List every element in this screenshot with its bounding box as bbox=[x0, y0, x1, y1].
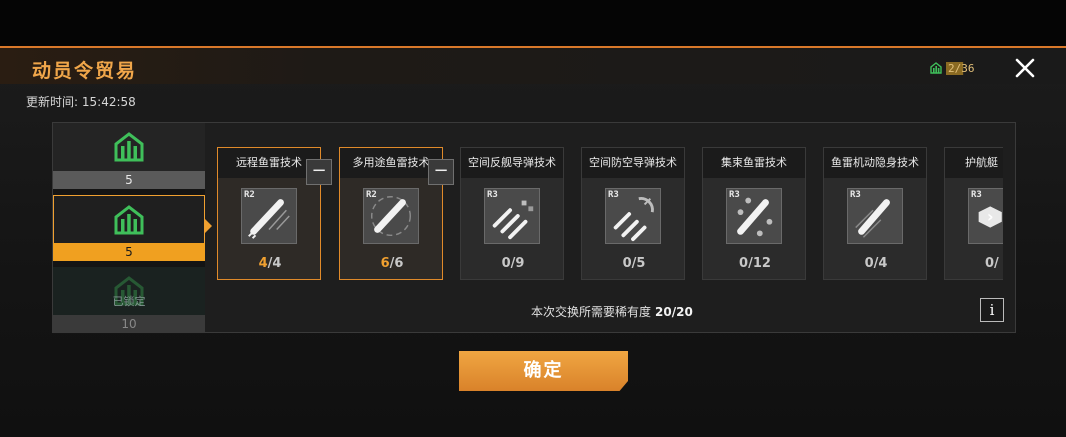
item-need: 12 bbox=[752, 256, 771, 271]
info-button[interactable]: i bbox=[980, 298, 1004, 322]
mobilization-token-icon bbox=[930, 62, 942, 74]
item-name: 多用途鱼雷技术 bbox=[340, 148, 442, 178]
tier-count: 10 bbox=[53, 315, 205, 333]
item-need: 9 bbox=[515, 256, 525, 271]
item-have: 0 bbox=[501, 256, 511, 271]
minus-button[interactable]: − bbox=[306, 159, 332, 185]
item-rank: R3 bbox=[850, 190, 861, 200]
rarity-requirement: 本次交换所需要稀有度 20/20 bbox=[531, 303, 693, 320]
update-time: 更新时间: 15:42:58 bbox=[26, 93, 136, 110]
item-count: 0/9 bbox=[501, 256, 525, 271]
minus-button[interactable]: − bbox=[428, 159, 454, 185]
item-rank: R3 bbox=[971, 190, 982, 200]
tier-list: 5 5 已锁定 10 bbox=[53, 123, 205, 334]
confirm-button[interactable]: 确定 bbox=[459, 351, 628, 391]
item-rank: R2 bbox=[366, 190, 377, 200]
tier-item-2[interactable]: 5 bbox=[53, 195, 205, 261]
item-name: 护航艇 bbox=[945, 148, 1003, 178]
item-need: 4 bbox=[272, 256, 282, 271]
item-count: 0/5 bbox=[622, 256, 646, 271]
item-count: 0/4 bbox=[864, 256, 888, 271]
currency-display: 2/36 bbox=[930, 60, 977, 76]
item-have: 4 bbox=[258, 256, 268, 271]
trade-window: 动员令贸易 2/36 更新时间: 15:42:58 5 5 已锁定 10 远程鱼… bbox=[0, 46, 1066, 437]
tier-count: 5 bbox=[53, 243, 205, 261]
item-name: 集束鱼雷技术 bbox=[703, 148, 805, 178]
trade-panel: 5 5 已锁定 10 远程鱼雷技术 R2 4/4 − 多用途鱼雷技术 R2 6/… bbox=[52, 122, 1016, 334]
tier-count: 5 bbox=[53, 171, 205, 189]
item-count: 0/ bbox=[985, 256, 999, 271]
item-image: R2 bbox=[363, 188, 419, 244]
item-list: 远程鱼雷技术 R2 4/4 − 多用途鱼雷技术 R2 6/6 − 空间反舰导弹技… bbox=[217, 147, 1003, 280]
item-have: 0 bbox=[985, 256, 995, 271]
tier-item-1[interactable]: 5 bbox=[53, 123, 205, 189]
item-name: 远程鱼雷技术 bbox=[218, 148, 320, 178]
item-image: R3 bbox=[726, 188, 782, 244]
close-button[interactable] bbox=[1013, 56, 1037, 80]
window-title: 动员令贸易 bbox=[32, 60, 138, 82]
item-image: R2 bbox=[241, 188, 297, 244]
mobilization-token-icon bbox=[114, 132, 144, 162]
locked-label: 已锁定 bbox=[112, 295, 146, 308]
item-have: 0 bbox=[622, 256, 632, 271]
item-image: R3 bbox=[968, 188, 1003, 244]
update-time-label: 更新时间: bbox=[26, 95, 79, 109]
item-card[interactable]: 空间防空导弹技术 R3 0/5 bbox=[581, 147, 685, 280]
item-card[interactable]: 空间反舰导弹技术 R3 0/9 bbox=[460, 147, 564, 280]
item-have: 6 bbox=[380, 256, 390, 271]
item-need: 6 bbox=[394, 256, 404, 271]
item-have: 0 bbox=[864, 256, 874, 271]
item-count: 4/4 bbox=[258, 256, 282, 271]
item-name: 鱼雷机动隐身技术 bbox=[824, 148, 926, 178]
item-rank: R3 bbox=[487, 190, 498, 200]
title-bar: 动员令贸易 2/36 bbox=[0, 48, 1066, 84]
item-card[interactable]: 鱼雷机动隐身技术 R3 0/4 bbox=[823, 147, 927, 280]
item-card[interactable]: 护航艇 R3 0/ bbox=[944, 147, 1003, 280]
selected-indicator-icon bbox=[205, 219, 212, 233]
currency-value: 2/36 bbox=[946, 61, 977, 75]
tier-item-3[interactable]: 已锁定 10 bbox=[53, 267, 205, 333]
mobilization-token-icon bbox=[114, 204, 144, 234]
rarity-label: 本次交换所需要稀有度 bbox=[531, 305, 652, 319]
item-rank: R3 bbox=[729, 190, 740, 200]
item-image: R3 bbox=[847, 188, 903, 244]
item-count: 6/6 bbox=[380, 256, 404, 271]
item-count: 0/12 bbox=[739, 256, 771, 271]
item-rank: R2 bbox=[244, 190, 255, 200]
item-need: 5 bbox=[636, 256, 646, 271]
item-card[interactable]: 集束鱼雷技术 R3 0/12 bbox=[702, 147, 806, 280]
close-icon[interactable] bbox=[1013, 56, 1037, 80]
scroll-right-icon[interactable]: › bbox=[987, 207, 994, 226]
item-rank: R3 bbox=[608, 190, 619, 200]
item-image: R3 bbox=[484, 188, 540, 244]
item-name: 空间反舰导弹技术 bbox=[461, 148, 563, 178]
item-name: 空间防空导弹技术 bbox=[582, 148, 684, 178]
update-time-value: 15:42:58 bbox=[81, 95, 136, 109]
item-image: R3 bbox=[605, 188, 661, 244]
rarity-value: 20/20 bbox=[655, 305, 693, 319]
item-need: 4 bbox=[878, 256, 888, 271]
item-have: 0 bbox=[739, 256, 749, 271]
